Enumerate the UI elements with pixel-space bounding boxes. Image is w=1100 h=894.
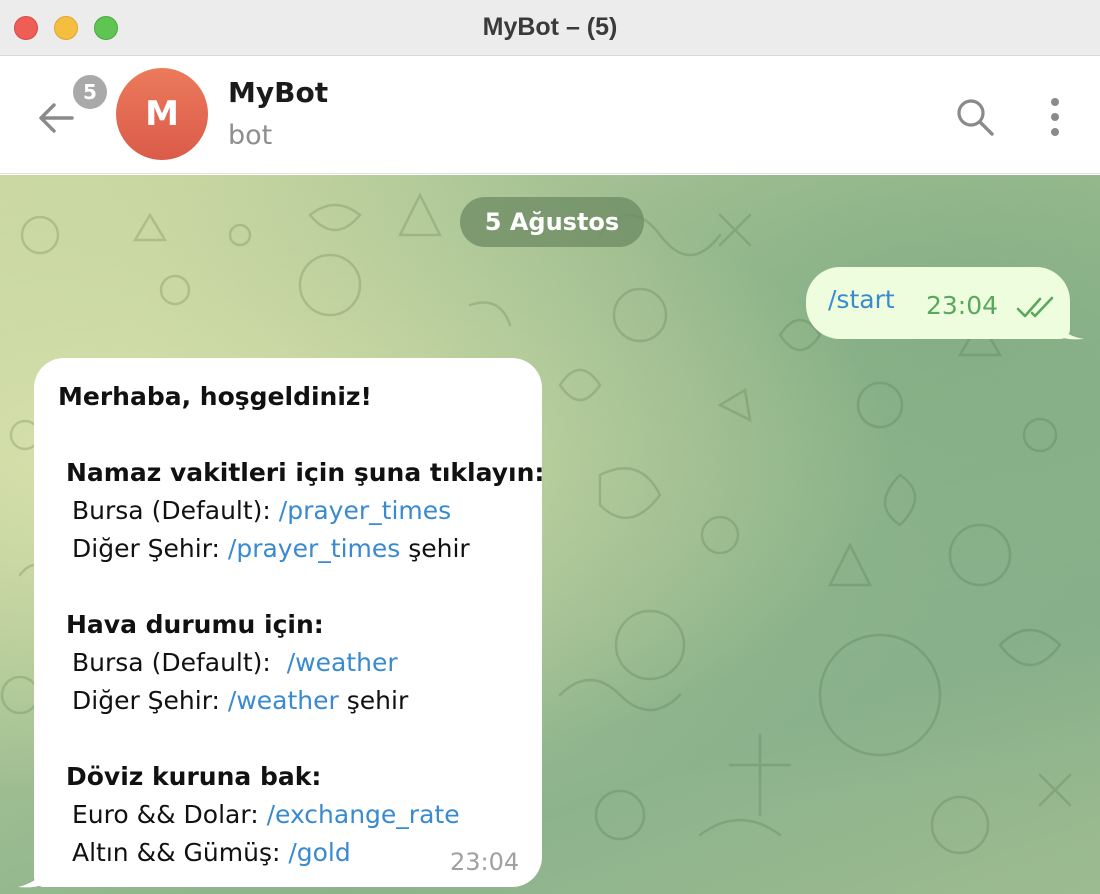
prayer-other-suffix: şehir [400,534,470,563]
weather-city-command-link[interactable]: /weather [228,686,339,715]
outgoing-message-time: 23:04 [926,291,999,320]
weather-other-suffix: şehir [338,686,409,715]
incoming-message-time: 23:04 [450,848,520,876]
prayer-other-label: Diğer Şehir: [72,534,228,563]
prayer-default-line: Bursa (Default): /prayer_times [72,496,451,526]
incoming-message[interactable]: Merhaba, hoşgeldiniz! Namaz vakitleri iç… [34,358,545,887]
prayer-times-command-link[interactable]: /prayer_times [279,496,451,525]
chat-subtitle: bot [228,120,273,151]
arrow-left-icon [39,103,74,133]
unread-count-badge: 5 [70,72,110,112]
outgoing-message[interactable]: /start 23:04 [806,267,1070,339]
exchange-label: Euro && Dolar: [72,800,267,829]
search-icon [957,99,994,136]
greeting-text: Merhaba, hoşgeldiniz! [58,382,372,411]
prayer-other-line: Diğer Şehir: /prayer_times şehir [72,534,470,564]
exchange-rate-command-link[interactable]: /exchange_rate [267,800,460,829]
weather-heading: Hava durumu için: [66,610,324,639]
weather-other-label: Diğer Şehir: [72,686,228,715]
avatar[interactable]: M [116,68,208,160]
exchange-heading: Döviz kuruna bak: [66,762,322,791]
prayer-times-city-command-link[interactable]: /prayer_times [228,534,400,563]
more-options-button[interactable] [1040,94,1070,140]
gold-command-link[interactable]: /gold [288,838,350,867]
search-button[interactable] [952,94,998,140]
weather-default-label: Bursa (Default): [72,648,287,677]
outgoing-message-text[interactable]: /start [828,285,895,314]
exchange-line: Euro && Dolar: /exchange_rate [72,800,460,830]
weather-other-line: Diğer Şehir: /weather şehir [72,686,408,716]
more-vertical-icon [1051,98,1059,136]
chat-area[interactable]: 5 Ağustos /start 23:04 Merhaba, hoşgeldi… [0,175,1100,894]
back-button[interactable] [34,96,78,140]
weather-default-line: Bursa (Default): /weather [72,648,398,678]
prayer-default-label: Bursa (Default): [72,496,279,525]
date-separator: 5 Ağustos [460,197,644,247]
gold-line: Altın && Gümüş: /gold [72,838,351,868]
window-title: MyBot – (5) [482,13,618,41]
chat-name[interactable]: MyBot [228,76,328,109]
gold-label: Altın && Gümüş: [72,838,289,867]
prayer-heading: Namaz vakitleri için şuna tıklayın: [66,458,545,487]
weather-command-link[interactable]: /weather [287,648,398,677]
window-titlebar: MyBot – (5) [0,0,1100,56]
chat-header: 5 M MyBot bot [0,56,1100,174]
double-check-icon [1016,296,1054,318]
